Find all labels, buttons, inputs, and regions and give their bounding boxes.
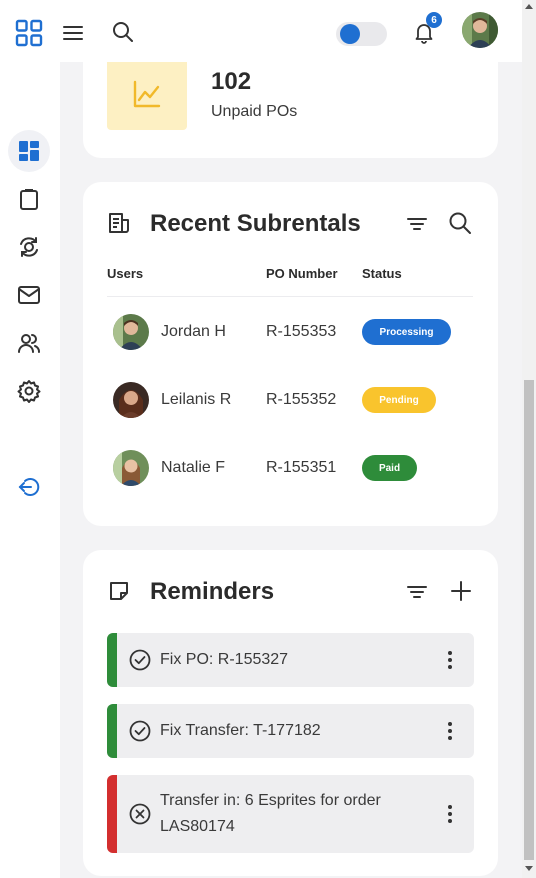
sidebar-item-clipboard[interactable] — [8, 178, 50, 220]
status-badge: Paid — [362, 455, 417, 481]
reminders-title: Reminders — [150, 578, 275, 605]
col-status[interactable]: Status — [362, 266, 402, 281]
sidebar-item-mail[interactable] — [8, 274, 50, 316]
more-options-icon[interactable] — [440, 649, 460, 671]
settings-icon — [17, 380, 41, 403]
reminder-text: Fix PO: R-155327 — [160, 651, 289, 668]
subrental-icon — [20, 237, 38, 257]
po-number: R-155352 — [266, 391, 337, 408]
recent-subrentals-card: Recent Subrentals Users PO Number Status… — [83, 182, 498, 526]
menu-icon[interactable] — [60, 20, 86, 46]
add-icon[interactable] — [450, 580, 472, 602]
po-number: R-155353 — [266, 323, 337, 340]
scroll-down-arrow[interactable] — [525, 866, 533, 871]
document-list-icon — [107, 211, 131, 235]
filter-icon[interactable] — [406, 581, 428, 603]
subrentals-title: Recent Subrentals — [150, 210, 361, 237]
reminder-status-bar — [107, 775, 117, 853]
users-icon — [18, 334, 40, 353]
sidebar-item-logout[interactable] — [8, 466, 50, 508]
top-bar: 6 — [0, 0, 522, 62]
reminder-status-bar — [107, 633, 117, 687]
table-row[interactable]: Natalie F R-155351 Paid — [83, 446, 498, 490]
reminder-item[interactable]: Transfer in: 6 Esprites for order LAS801… — [107, 775, 474, 853]
more-options-icon[interactable] — [440, 803, 460, 825]
check-circle-icon[interactable] — [129, 649, 151, 671]
reminder-text: Transfer in: 6 Esprites for order LAS801… — [160, 792, 381, 835]
clipboard-icon — [20, 189, 38, 210]
po-number: R-155351 — [266, 459, 337, 476]
scroll-up-arrow[interactable] — [525, 4, 533, 9]
user-name: Jordan H — [161, 323, 226, 340]
table-divider — [107, 296, 473, 297]
table-row[interactable]: Jordan H R-155353 Processing — [83, 310, 498, 354]
status-badge: Pending — [362, 387, 436, 413]
unpaid-pos-label: Unpaid POs — [211, 103, 298, 120]
sidebar — [0, 62, 60, 878]
apps-grid-icon[interactable] — [14, 18, 44, 48]
search-icon[interactable] — [448, 211, 472, 235]
mail-icon — [18, 286, 40, 304]
user-name: Leilanis R — [161, 391, 232, 408]
avatar — [113, 314, 149, 350]
status-badge: Processing — [362, 319, 451, 345]
reminders-card: Reminders Fix PO: R-155327 Fix Transfer:… — [83, 550, 498, 876]
sidebar-item-subrentals[interactable] — [8, 226, 50, 268]
more-options-icon[interactable] — [440, 720, 460, 742]
reminder-text: Fix Transfer: T-177182 — [160, 722, 321, 739]
sidebar-item-users[interactable] — [8, 322, 50, 364]
sidebar-item-settings[interactable] — [8, 370, 50, 412]
reminder-item[interactable]: Fix PO: R-155327 — [107, 633, 474, 687]
user-name: Natalie F — [161, 459, 226, 476]
avatar — [113, 382, 149, 418]
user-avatar[interactable] — [462, 12, 498, 48]
filter-icon[interactable] — [406, 213, 428, 235]
unpaid-pos-count: 102 — [211, 68, 252, 95]
cancel-circle-icon[interactable] — [129, 803, 151, 825]
check-circle-icon[interactable] — [129, 720, 151, 742]
avatar — [113, 450, 149, 486]
sidebar-item-dashboard[interactable] — [8, 130, 50, 172]
sticky-note-icon — [108, 580, 130, 602]
scrollbar[interactable] — [522, 0, 536, 878]
col-po-number[interactable]: PO Number — [266, 266, 338, 281]
table-row[interactable]: Leilanis R R-155352 Pending — [83, 378, 498, 422]
toggle-knob — [340, 24, 360, 44]
stat-tile — [107, 58, 187, 130]
reminder-status-bar — [107, 704, 117, 758]
dark-mode-toggle[interactable] — [336, 22, 387, 46]
reminder-item[interactable]: Fix Transfer: T-177182 — [107, 704, 474, 758]
scrollbar-thumb[interactable] — [524, 380, 534, 860]
trend-chart-icon — [133, 80, 161, 108]
search-icon[interactable] — [110, 19, 136, 45]
notification-badge: 6 — [426, 12, 442, 28]
logout-icon — [18, 478, 40, 496]
dashboard-icon — [19, 141, 39, 161]
col-users[interactable]: Users — [107, 266, 143, 281]
